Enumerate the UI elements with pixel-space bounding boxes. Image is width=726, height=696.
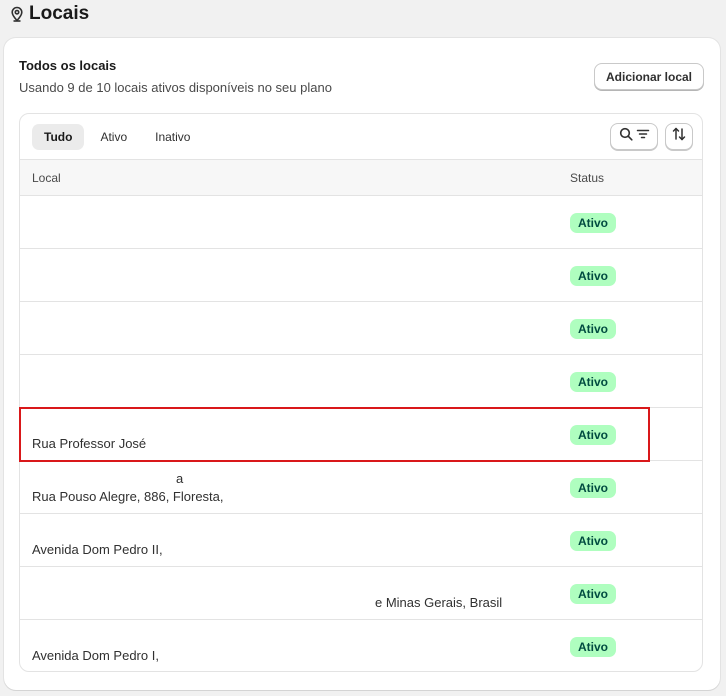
status-badge: Ativo	[570, 531, 616, 551]
location-address: Rua Professor José	[32, 436, 147, 451]
search-filter-button[interactable]	[610, 123, 658, 150]
tab-inativo[interactable]: Inativo	[143, 124, 202, 150]
location-pin-icon	[10, 6, 24, 22]
card-title: Todos os locais	[19, 58, 117, 73]
location-address: Rua Pouso Alegre, 886, Floresta,	[32, 489, 224, 504]
add-location-button[interactable]: Adicionar local	[594, 63, 704, 90]
location-name: a	[176, 471, 184, 486]
filter-tabs: Tudo Ativo Inativo	[32, 124, 202, 150]
table-row[interactable]: Ativo	[20, 355, 702, 408]
card-subtitle: Usando 9 de 10 locais ativos disponíveis…	[19, 80, 332, 95]
status-badge: Ativo	[570, 637, 616, 657]
table-row[interactable]: Ativo	[20, 196, 702, 249]
locations-card: Todos os locais Usando 9 de 10 locais at…	[4, 38, 720, 690]
table-row[interactable]: Rua Professor José Ativo	[20, 408, 702, 461]
page-title: Locais	[29, 3, 90, 24]
table-row[interactable]: a Rua Pouso Alegre, 886, Floresta, Ativo	[20, 461, 702, 514]
column-header-status[interactable]: Status	[570, 171, 604, 185]
table-body: Ativo Ativo Ativo Ativo Rua Professor Jo…	[20, 196, 702, 671]
tab-tudo[interactable]: Tudo	[32, 124, 85, 150]
column-header-local[interactable]: Local	[32, 171, 61, 185]
status-badge: Ativo	[570, 425, 616, 445]
table-row[interactable]: Avenida Dom Pedro I, Ativo	[20, 620, 702, 671]
status-badge: Ativo	[570, 584, 616, 604]
sort-arrows-icon	[671, 126, 687, 147]
status-badge: Ativo	[570, 213, 616, 233]
table-row[interactable]: Ativo	[20, 302, 702, 355]
tab-ativo[interactable]: Ativo	[88, 124, 139, 150]
filter-lines-icon	[636, 127, 650, 146]
location-address: Avenida Dom Pedro I,	[32, 648, 159, 663]
table-row[interactable]: Ativo	[20, 249, 702, 302]
table-row[interactable]: Avenida Dom Pedro II, Ativo	[20, 514, 702, 567]
status-badge: Ativo	[570, 266, 616, 286]
status-badge: Ativo	[570, 478, 616, 498]
location-address: e Minas Gerais, Brasil	[375, 595, 503, 610]
status-badge: Ativo	[570, 319, 616, 339]
status-badge: Ativo	[570, 372, 616, 392]
sort-button[interactable]	[665, 123, 693, 150]
page-header: Locais	[10, 2, 89, 26]
locations-table: Tudo Ativo Inativo Local Status Ativo At…	[19, 113, 703, 672]
search-icon	[619, 127, 633, 146]
location-address: Avenida Dom Pedro II,	[32, 542, 163, 557]
table-header: Local Status	[20, 159, 702, 196]
table-row[interactable]: e Minas Gerais, Brasil Ativo	[20, 567, 702, 620]
